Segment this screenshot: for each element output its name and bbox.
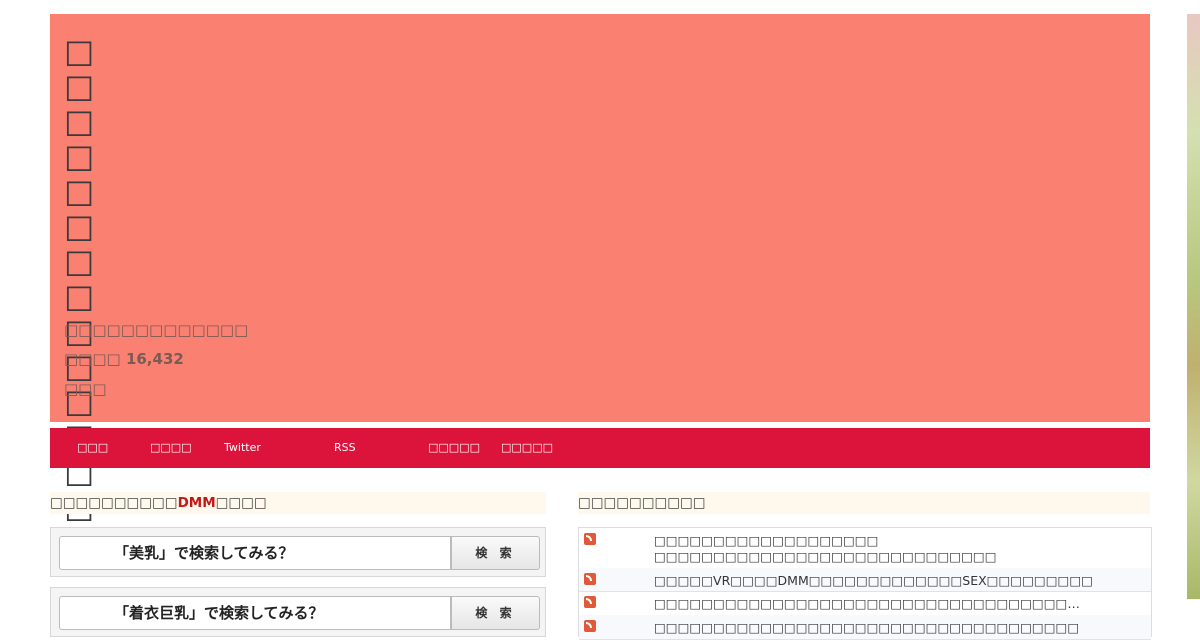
feed-item[interactable]: □□□□□VR□□□□DMM□□□□□□□□□□□□□SEX□□□□□□□□□ xyxy=(579,568,1151,592)
search-suggestion-field[interactable]: 「着衣巨乳」で検索してみる？ xyxy=(59,596,451,630)
article-count-value: 16,432 xyxy=(125,350,184,368)
feed-item-link[interactable]: □□□□□□□□□□□□□□□□□□□□□□□□□□□□□□□□□□□… xyxy=(654,596,1143,612)
search-section-heading: □□□□□□□□□□DMM□□□□ xyxy=(50,492,546,514)
main-nav: □□□ □□□□ Twitter RSS □□□□□ □□□□□ xyxy=(50,428,1150,468)
feed-section-heading: □□□□□□□□□□ xyxy=(578,492,1150,514)
rss-feed-icon xyxy=(584,620,596,632)
heading-brand: DMM xyxy=(177,495,216,511)
search-suggestion-field[interactable]: 「美乳」で検索してみる？ xyxy=(59,536,451,570)
nav-item-rss[interactable]: RSS xyxy=(334,428,356,468)
rss-feed-icon xyxy=(584,533,596,545)
rss-feed-icon xyxy=(584,596,596,608)
nav-item-2[interactable]: □□□□ xyxy=(150,428,192,468)
feed-item[interactable]: □□□□□□□□□□□□□□□□□□□□□□□□□□□□□□□□□□□□ xyxy=(579,615,1151,640)
feed-item-link[interactable]: □□□□□VR□□□□DMM□□□□□□□□□□□□□SEX□□□□□□□□□ xyxy=(654,573,1143,589)
nav-item-twitter[interactable]: Twitter xyxy=(224,428,261,468)
site-tagline: □□□□□□□□□□□□□ xyxy=(64,321,249,339)
nav-item-6[interactable]: □□□□□ xyxy=(501,428,553,468)
feed-item[interactable]: □□□□□□□□□□□□□□□□□□□ □□□□□□□□□□□□□□□□□□□□… xyxy=(579,528,1151,580)
rss-feed-icon xyxy=(584,573,596,585)
search-button[interactable]: 検 索 xyxy=(451,536,540,570)
rss-feed-list: □□□□□□□□□□□□□□□□□□□ □□□□□□□□□□□□□□□□□□□□… xyxy=(578,527,1152,640)
search-button[interactable]: 検 索 xyxy=(451,596,540,630)
search-suggestion-box: 「美乳」で検索してみる？ 検 索 xyxy=(50,527,546,577)
heading-text-post: □□□□ xyxy=(215,495,267,511)
article-count-label: □□□□ xyxy=(64,350,121,368)
nav-item-home[interactable]: □□□ xyxy=(77,428,108,468)
feed-item-link[interactable]: □□□□□□□□□□□□□□□□□□□□□□□□□□□□□□□□□□□□ xyxy=(654,620,1143,636)
header-extra: □□□ xyxy=(64,380,107,398)
site-header: □□□□□□□□□□□□□□ □□□□□□□□□□□□□ □□□□ 16,432… xyxy=(50,14,1150,524)
article-count: □□□□ 16,432 xyxy=(64,350,184,368)
sidebar-banner-image[interactable] xyxy=(1187,14,1200,599)
nav-item-5[interactable]: □□□□□ xyxy=(428,428,480,468)
heading-text-pre: □□□□□□□□□□ xyxy=(50,495,178,511)
feed-item[interactable]: □□□□□□□□□□□□□□□□□□□□□□□□□□□□□□□□□□□… xyxy=(579,591,1151,616)
